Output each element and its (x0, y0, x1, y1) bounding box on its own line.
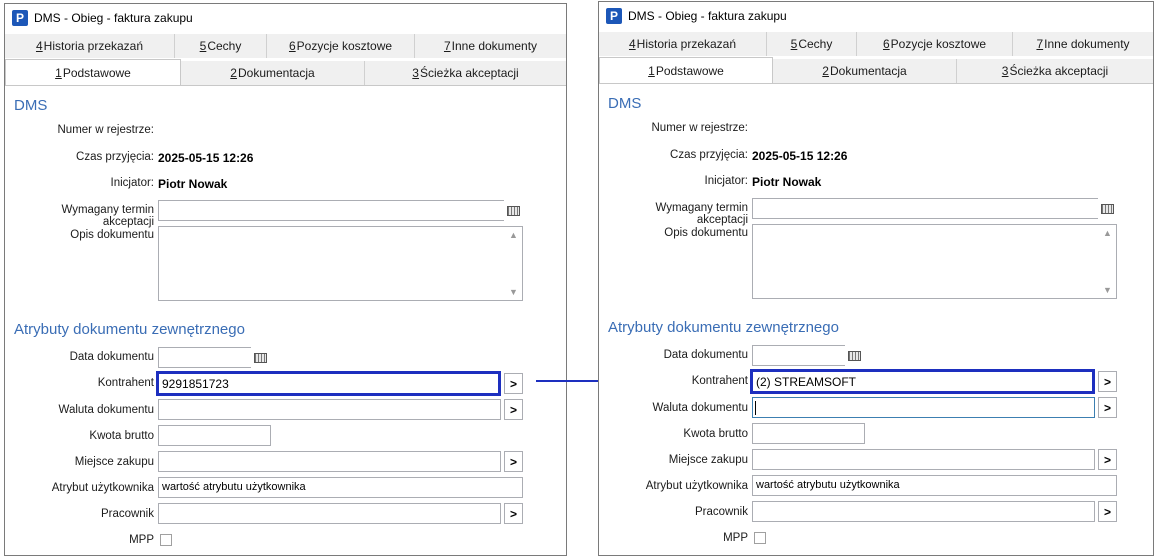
calendar-icon[interactable] (845, 345, 864, 366)
kwota-label: Kwota brutto (683, 428, 748, 440)
tab-podstawowe[interactable]: 1 Podstawowe (5, 59, 181, 86)
section-atrybuty: Atrybuty dokumentu zewnętrznego (14, 321, 245, 338)
window-after: P DMS - Obieg - faktura zakupu 4 Historia… (598, 1, 1154, 556)
termin-label: Wymagany termin akceptacji (61, 204, 154, 228)
waluta-field[interactable] (752, 397, 1095, 418)
atrybut-label: Atrybut użytkownika (645, 480, 748, 492)
kontrahent-select-button[interactable]: > (504, 373, 523, 394)
tab-pozycje-kosztowe[interactable]: 6 Pozycje kosztowe (857, 32, 1013, 56)
tab-inne-dokumenty[interactable]: 7 Inne dokumenty (415, 34, 566, 58)
waluta-select-button[interactable]: > (1098, 397, 1117, 418)
app-logo-icon: P (606, 8, 622, 24)
data-field[interactable] (752, 345, 864, 366)
pracownik-field[interactable] (158, 503, 501, 524)
kwota-field[interactable] (752, 423, 865, 444)
calendar-icon[interactable] (1098, 198, 1117, 219)
tab-historia-przekazan[interactable]: 4 Historia przekazań (5, 34, 175, 58)
tab-historia-przekazan[interactable]: 4 Historia przekazań (599, 32, 767, 56)
inicjator-label: Inicjator: (704, 175, 748, 187)
data-label: Data dokumentu (663, 349, 748, 361)
miejsce-select-button[interactable]: > (504, 451, 523, 472)
opis-label: Opis dokumentu (70, 229, 154, 241)
numer-label: Numer w rejestrze: (57, 124, 155, 136)
kontrahent-label: Kontrahent (691, 375, 748, 387)
waluta-label: Waluta dokumentu (58, 404, 154, 416)
opis-textarea[interactable]: ▲ ▼ (752, 224, 1117, 299)
tab-bar: 4 Historia przekazań 5 Cechy 6 Pozycje kosz… (599, 32, 1153, 84)
pracownik-select-button[interactable]: > (1098, 501, 1117, 522)
tab-pozycje-kosztowe[interactable]: 6 Pozycje kosztowe (267, 34, 415, 58)
pracownik-select-button[interactable]: > (504, 503, 523, 524)
mpp-label: MPP (129, 534, 154, 546)
data-field[interactable] (158, 347, 270, 368)
miejsce-label: Miejsce zakupu (668, 454, 748, 466)
window-title: DMS - Obieg - faktura zakupu (628, 9, 787, 23)
section-dms: DMS (14, 97, 48, 114)
title-bar: P DMS - Obieg - faktura zakupu (599, 2, 1153, 30)
waluta-field[interactable] (158, 399, 501, 420)
tab-inne-dokumenty[interactable]: 7 Inne dokumenty (1013, 32, 1153, 56)
waluta-select-button[interactable]: > (504, 399, 523, 420)
window-title: DMS - Obieg - faktura zakupu (34, 11, 193, 25)
atrybut-field[interactable]: wartość atrybutu użytkownika (158, 477, 523, 498)
pracownik-field[interactable] (752, 501, 1095, 522)
waluta-label: Waluta dokumentu (652, 402, 748, 414)
scrollbar[interactable]: ▲ ▼ (1099, 225, 1116, 298)
inicjator-label: Inicjator: (110, 177, 154, 189)
tab-bar: 4 Historia przekazań 5 Cechy 6 Pozycje kosz… (5, 34, 566, 86)
tab-dokumentacja[interactable]: 2 Dokumentacja (181, 61, 365, 85)
czas-value: 2025-05-15 12:26 (158, 151, 254, 165)
tab-content: DMS Numer w rejestrze: Czas przyjęcia: 2… (599, 84, 1153, 555)
tab-podstawowe[interactable]: 1 Podstawowe (599, 57, 773, 84)
title-bar: P DMS - Obieg - faktura zakupu (5, 4, 566, 32)
termin-field[interactable] (158, 200, 523, 221)
termin-label: Wymagany termin akceptacji (655, 202, 748, 226)
atrybut-label: Atrybut użytkownika (51, 482, 154, 494)
window-before: P DMS - Obieg - faktura zakupu 4 Historia… (4, 3, 567, 556)
scrollbar[interactable]: ▲ ▼ (505, 227, 522, 300)
miejsce-field[interactable] (752, 449, 1095, 470)
termin-field[interactable] (752, 198, 1117, 219)
tab-dokumentacja[interactable]: 2 Dokumentacja (773, 59, 957, 83)
miejsce-select-button[interactable]: > (1098, 449, 1117, 470)
kontrahent-field[interactable]: (2) STREAMSOFT (750, 369, 1095, 394)
inicjator-value: Piotr Nowak (752, 175, 822, 189)
pracownik-label: Pracownik (694, 506, 748, 518)
kontrahent-label: Kontrahent (97, 377, 154, 389)
tab-content: DMS Numer w rejestrze: Czas przyjęcia: 2… (5, 86, 566, 555)
kwota-label: Kwota brutto (89, 430, 154, 442)
text-cursor (755, 401, 756, 415)
mpp-checkbox[interactable] (160, 534, 172, 546)
section-atrybuty: Atrybuty dokumentu zewnętrznego (608, 319, 839, 336)
pracownik-label: Pracownik (100, 508, 154, 520)
atrybut-field[interactable]: wartość atrybutu użytkownika (752, 475, 1117, 496)
opis-label: Opis dokumentu (664, 227, 748, 239)
inicjator-value: Piotr Nowak (158, 177, 228, 191)
czas-value: 2025-05-15 12:26 (752, 149, 848, 163)
kwota-field[interactable] (158, 425, 271, 446)
miejsce-label: Miejsce zakupu (74, 456, 154, 468)
numer-label: Numer w rejestrze: (651, 122, 749, 134)
tab-cechy[interactable]: 5 Cechy (767, 32, 857, 56)
tab-sciezka-akceptacji[interactable]: 3 Ścieżka akceptacji (957, 59, 1153, 83)
mpp-checkbox[interactable] (754, 532, 766, 544)
czas-label: Czas przyjęcia: (76, 151, 154, 163)
data-label: Data dokumentu (69, 351, 154, 363)
tab-cechy[interactable]: 5 Cechy (175, 34, 267, 58)
calendar-icon[interactable] (504, 200, 523, 221)
czas-label: Czas przyjęcia: (670, 149, 748, 161)
kontrahent-field[interactable]: 9291851723 (156, 371, 501, 396)
app-logo-icon: P (12, 10, 28, 26)
calendar-icon[interactable] (251, 347, 270, 368)
miejsce-field[interactable] (158, 451, 501, 472)
section-dms: DMS (608, 95, 642, 112)
kontrahent-select-button[interactable]: > (1098, 371, 1117, 392)
tab-sciezka-akceptacji[interactable]: 3 Ścieżka akceptacji (365, 61, 566, 85)
mpp-label: MPP (723, 532, 748, 544)
opis-textarea[interactable]: ▲ ▼ (158, 226, 523, 301)
